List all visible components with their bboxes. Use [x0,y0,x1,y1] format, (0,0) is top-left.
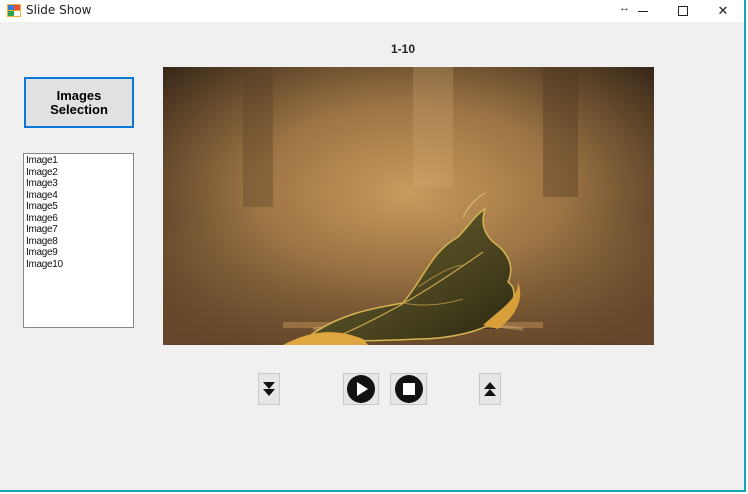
list-item[interactable]: Image5 [26,201,131,213]
minimize-icon [638,10,648,12]
list-item[interactable]: Image8 [26,236,131,248]
close-button[interactable]: ✕ [703,0,743,22]
maximize-icon [678,6,688,16]
next-button[interactable] [258,373,280,405]
play-icon [347,375,375,403]
list-item[interactable]: Image7 [26,224,131,236]
images-selection-button[interactable]: Images Selection [24,77,134,128]
list-item[interactable]: Image4 [26,190,131,202]
window-title: Slide Show [26,3,92,17]
slideshow-app-icon [7,4,21,17]
list-item[interactable]: Image6 [26,213,131,225]
slide-image [163,67,654,345]
autumn-leaf-photo [163,67,654,345]
image-list[interactable]: Image1 Image2 Image3 Image4 Image5 Image6 Imag… [23,153,134,328]
stop-button[interactable] [390,373,427,405]
list-item[interactable]: Image10 [26,259,131,271]
previous-button[interactable] [479,373,501,405]
minimize-button[interactable] [623,0,663,22]
title-bar[interactable]: Slide Show ↔ ✕ [0,0,744,22]
maximize-button[interactable] [663,0,703,22]
next-down-arrow-icon [263,382,275,396]
stop-icon [394,375,423,403]
list-item[interactable]: Image9 [26,247,131,259]
slide-show-window: Slide Show ↔ ✕ 1-10 Images Selection Ima… [0,0,746,492]
play-button[interactable] [343,373,379,405]
list-item[interactable]: Image2 [26,167,131,179]
close-icon: ✕ [717,3,729,18]
images-selection-label: Images Selection [50,87,108,117]
list-item[interactable]: Image3 [26,178,131,190]
previous-up-arrow-icon [484,382,496,396]
slide-counter: 1-10 [390,42,416,56]
list-item[interactable]: Image1 [26,155,131,167]
